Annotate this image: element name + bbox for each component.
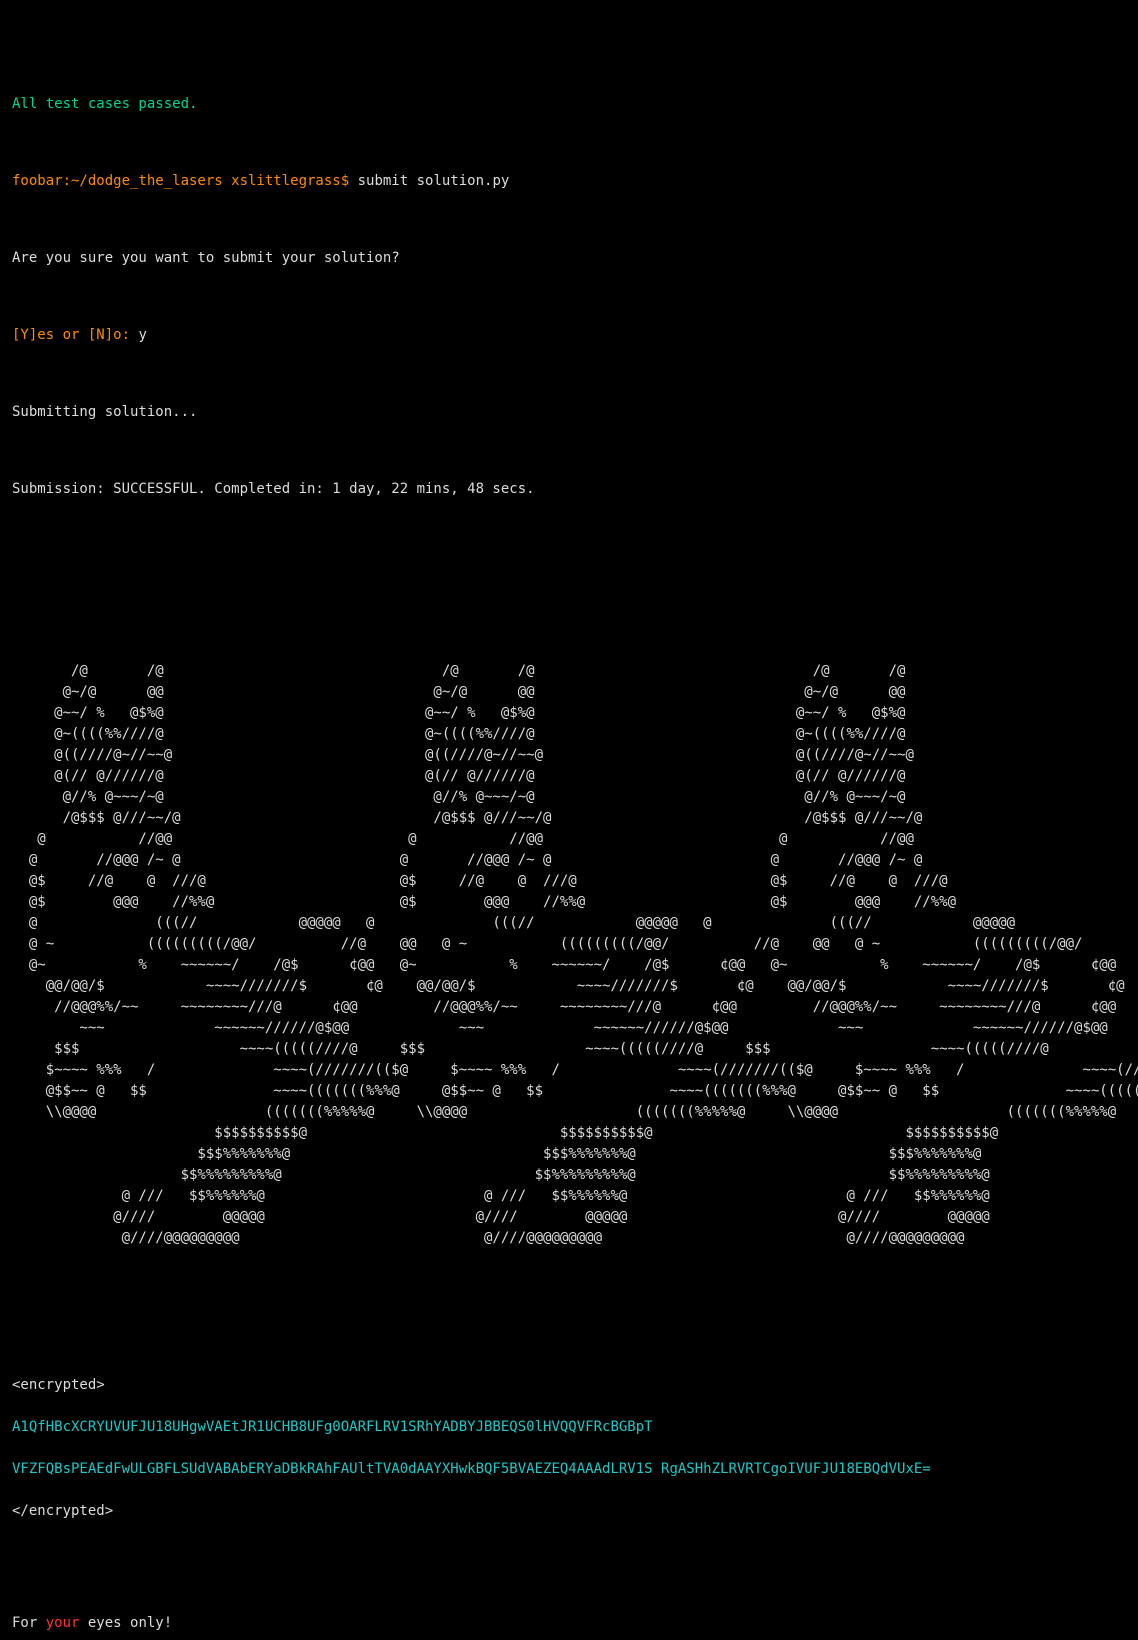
spacer bbox=[12, 1270, 1126, 1284]
submission-status: Submission: SUCCESSFUL. Completed in: 1 … bbox=[12, 479, 1126, 500]
confirm-prompt: [Y]es or [N]o: bbox=[12, 327, 130, 343]
confirm-prompt-line[interactable]: [Y]es or [N]o: y bbox=[12, 325, 1126, 346]
footer-suffix: eyes only! bbox=[79, 1615, 172, 1631]
ascii-art-line: @$ //@ @ ///@ @$ //@ @ ///@ @$ //@ @ ///… bbox=[12, 871, 1126, 892]
spacer bbox=[12, 591, 1126, 605]
spacer bbox=[12, 556, 1126, 570]
shell-command: submit solution.py bbox=[349, 173, 509, 189]
shell-prompt-line[interactable]: foobar:~/dodge_the_lasers xslittlegrass$… bbox=[12, 171, 1126, 192]
ascii-art-line: @ ~ (((((((((/@@/ //@ @@ @ ~ (((((((((/@… bbox=[12, 934, 1126, 955]
ascii-art-line: /@ /@ /@ /@ /@ /@ bbox=[12, 661, 1126, 682]
ascii-art-line: $$$ ~~~~(((((////@ $$$ ~~~~(((((////@ $$… bbox=[12, 1039, 1126, 1060]
ascii-art-line: $$$%%%%%%%@ $$$%%%%%%%@ $$$%%%%%%%@ bbox=[12, 1144, 1126, 1165]
ascii-art-line: @((////@~//~~@ @((////@~//~~@ @((////@~/… bbox=[12, 745, 1126, 766]
spacer bbox=[12, 290, 1126, 304]
ascii-art-line: //@@@%%/~~ ~~~~~~~~///@ ¢@@ //@@@%%/~~ ~… bbox=[12, 997, 1126, 1018]
spacer bbox=[12, 1340, 1126, 1354]
tests-passed-line: All test cases passed. bbox=[12, 94, 1126, 115]
ascii-art-line: $$%%%%%%%%%@ $$%%%%%%%%%@ $$%%%%%%%%%@ bbox=[12, 1165, 1126, 1186]
spacer bbox=[12, 1578, 1126, 1592]
ascii-art-line: @ //@@ @ //@@ @ //@@ bbox=[12, 829, 1126, 850]
ascii-art-line: @$$~~ @ $$ ~~~~(((((((%%%@ @$$~~ @ $$ ~~… bbox=[12, 1081, 1126, 1102]
footer-highlight: your bbox=[46, 1615, 80, 1631]
ascii-art-line: \\@@@@ (((((((%%%%%@ \\@@@@ (((((((%%%%%… bbox=[12, 1102, 1126, 1123]
ascii-art-line: $~~~~ %%% / ~~~~(///////(($@ $~~~~ %%% /… bbox=[12, 1060, 1126, 1081]
submitting-line: Submitting solution... bbox=[12, 402, 1126, 423]
confirm-question: Are you sure you want to submit your sol… bbox=[12, 248, 1126, 269]
encrypted-close-tag: </encrypted> bbox=[12, 1501, 1126, 1522]
ascii-art-line: @ //@@@ /~ @ @ //@@@ /~ @ @ //@@@ /~ @ bbox=[12, 850, 1126, 871]
confirm-answer: y bbox=[130, 327, 147, 343]
ascii-art-line: @~ % ~~~~~~/ /@$ ¢@@ @~ % ~~~~~~/ /@$ ¢@… bbox=[12, 955, 1126, 976]
ascii-art-line: @~~/ % @$%@ @~~/ % @$%@ @~~/ % @$%@ bbox=[12, 703, 1126, 724]
spacer bbox=[12, 136, 1126, 150]
encrypted-open-tag: <encrypted> bbox=[12, 1375, 1126, 1396]
ascii-art-line: @ /// $$%%%%%%@ @ /// $$%%%%%%@ @ /// $$… bbox=[12, 1186, 1126, 1207]
spacer bbox=[12, 1543, 1126, 1557]
footer-line: For your eyes only! bbox=[12, 1613, 1126, 1634]
ascii-art-line: @(// @//////@ @(// @//////@ @(// @//////… bbox=[12, 766, 1126, 787]
ascii-art-line: ~~~ ~~~~~~//////@$@@ ~~~ ~~~~~~//////@$@… bbox=[12, 1018, 1126, 1039]
ascii-art-line: @~((((%%////@ @~((((%%////@ @~((((%%////… bbox=[12, 724, 1126, 745]
encrypted-payload-line-1: A1QfHBcXCRYUVUFJU18UHgwVAEtJR1UCHB8UFg0O… bbox=[12, 1417, 1126, 1438]
ascii-art-line: @$ @@@ //%%@ @$ @@@ //%%@ @$ @@@ //%%@ bbox=[12, 892, 1126, 913]
ascii-art-line: @~/@ @@ @~/@ @@ @~/@ @@ bbox=[12, 682, 1126, 703]
encrypted-payload-line-2: VFZFQBsPEAEdFwULGBFLSUdVABAbERYaDBkRAhFA… bbox=[12, 1459, 1126, 1480]
ascii-art-line: /@$$$ @///~~/@ /@$$$ @///~~/@ /@$$$ @///… bbox=[12, 808, 1126, 829]
spacer bbox=[12, 367, 1126, 381]
footer-prefix: For bbox=[12, 1615, 46, 1631]
ascii-art-line: @ (((// @@@@@ @ (((// @@@@@ @ (((// @@@@… bbox=[12, 913, 1126, 934]
ascii-art-line: @//// @@@@@ @//// @@@@@ @//// @@@@@ bbox=[12, 1207, 1126, 1228]
spacer bbox=[12, 626, 1126, 640]
spacer bbox=[12, 444, 1126, 458]
ascii-art-line: $$$$$$$$$$@ $$$$$$$$$$@ $$$$$$$$$$@ bbox=[12, 1123, 1126, 1144]
ascii-art-line: @//% @~~~/~@ @//% @~~~/~@ @//% @~~~/~@ bbox=[12, 787, 1126, 808]
ascii-art-rabbits: /@ /@ /@ /@ /@ /@ @~/@ @@ @~/@ @@ @~/@ bbox=[12, 661, 1126, 1249]
spacer bbox=[12, 521, 1126, 535]
shell-prompt-host: foobar:~/dodge_the_lasers xslittlegrass$ bbox=[12, 173, 349, 189]
spacer bbox=[12, 1305, 1126, 1319]
spacer bbox=[12, 213, 1126, 227]
ascii-art-line: @@/@@/$ ~~~~///////$ ¢@ @@/@@/$ ~~~~////… bbox=[12, 976, 1126, 997]
ascii-art-line: @////@@@@@@@@@ @////@@@@@@@@@ @////@@@@@… bbox=[12, 1228, 1126, 1249]
